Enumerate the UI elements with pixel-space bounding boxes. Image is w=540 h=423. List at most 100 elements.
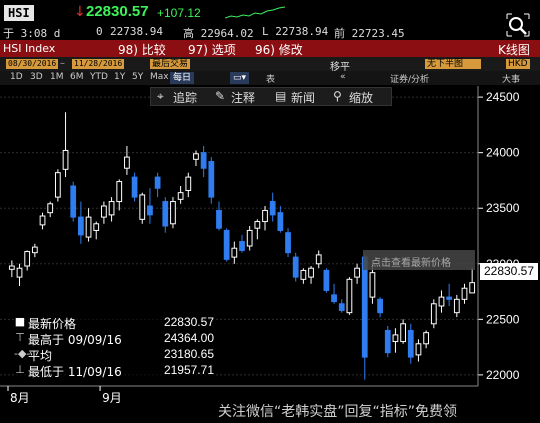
candle-body [446,296,453,300]
legend-item-high[interactable]: ⊤ 最高于 09/09/16 24364.00 [14,331,216,347]
period-1d[interactable]: 1D [10,72,23,82]
notes-button[interactable]: 证券/分析 [390,72,429,85]
candle-body [193,153,199,160]
legend-value: 23180.65 [163,347,214,361]
candle-body [223,229,230,260]
date-dash: – [60,58,65,69]
candle-body [292,256,299,278]
zoom-button[interactable]: 缩放 [349,89,373,106]
quote-header: HSI ↓ 22830.57 +107.12 [0,0,540,26]
candle-body [54,172,61,198]
pencil-icon[interactable]: ✎ [215,89,225,103]
legend-item-low[interactable]: ⊥ 最低于 11/09/16 21957.71 [14,363,216,379]
sparkline-icon [225,6,285,19]
current-price-label: 22830.57 [480,263,538,280]
events-button[interactable]: 大事 [502,72,520,85]
candle-body [200,152,207,169]
candle-body [131,176,138,198]
candle-body [70,185,77,218]
candle-body [346,278,353,314]
half-chart-select[interactable]: 无下半图 [425,59,481,69]
candle-body [101,205,107,218]
legend-label: 平均 [28,349,53,363]
interval-select[interactable]: 每日 [170,72,195,84]
candle-body [377,298,383,314]
chart-tools-bar: ⌖ 追踪 ✎ 注释 ▤ 新闻 ⚲ 缩放 [150,87,392,106]
candle-body [85,216,92,238]
candle-body [124,156,130,169]
candle-body [384,329,391,354]
candle-body [300,269,307,280]
candle-body [461,287,468,300]
candle-body [93,223,100,231]
legend-label: 最高于 09/09/16 [28,333,122,347]
chart-type-select[interactable]: ▭▾ [230,72,250,84]
candle-body [170,201,176,225]
quote-details: 于 3:08 d 0 22738.94 高 22964.02 L 22738.9… [0,25,540,40]
price-change: +107.12 [157,6,201,20]
actions-menu[interactable]: 96) 修改 [255,41,303,58]
square-icon: ■ [14,315,26,328]
high-marker-icon: ⊤ [15,331,25,344]
candle-body [430,303,437,325]
candle-body [308,267,314,278]
candle-body [438,296,445,307]
candle-body [423,332,430,345]
candle-body [315,254,322,265]
low-marker-icon: ⊥ [15,363,25,376]
news-icon[interactable]: ▤ [275,89,286,103]
candle-body [407,329,414,358]
candle-body [116,181,123,203]
date-to-field[interactable]: 11/28/2016 [72,59,125,69]
candle-body [361,256,368,358]
candle-body [8,265,15,270]
period-5y[interactable]: 5Y [132,72,143,82]
candle-body [323,269,330,291]
hint-text: 点击查看最新价格 [371,258,451,269]
candle-body [254,221,261,229]
period-ytd[interactable]: YTD [90,72,108,82]
y-tick-label: 23500 [486,201,520,215]
track-button[interactable]: 追踪 [173,89,197,106]
candle-body [331,294,337,303]
last-price: 22830.57 [86,3,149,20]
candle-body [415,343,422,356]
candle-body [31,246,38,254]
quote-open: 22738.94 [110,25,163,38]
candle-body [154,176,161,189]
table-toggle[interactable]: 表 [266,72,275,85]
annotate-button[interactable]: 注释 [231,89,255,106]
currency-select[interactable]: HKD [506,59,530,69]
y-tick-label: 24500 [486,90,520,104]
zoom-icon[interactable]: ⚲ [333,89,342,103]
chart-legend: ■ 最新价格 22830.57 ⊤ 最高于 09/09/16 24364.00 … [14,313,216,381]
news-button[interactable]: 新闻 [291,89,315,106]
candle-body [369,272,376,298]
candle-body [147,205,153,216]
candle-body [354,267,360,278]
track-icon[interactable]: ⌖ [157,89,164,104]
period-6m[interactable]: 6M [70,72,84,82]
down-arrow-icon: ↓ [74,4,86,20]
collapse-icon[interactable]: « [340,72,346,82]
compare-menu[interactable]: 98) 比较 [118,41,166,58]
period-3d[interactable]: 3D [30,72,43,82]
period-1m[interactable]: 1M [50,72,64,82]
legend-label: 最新价格 [28,317,77,331]
candle-body [277,212,284,231]
date-from-field[interactable]: 08/30/2016 [6,59,59,69]
candle-body [162,201,169,227]
legend-item-last[interactable]: ■ 最新价格 22830.57 [14,315,216,331]
candle-body [239,241,245,251]
candle-body [262,209,268,223]
legend-item-avg[interactable]: -◆- 平均 23180.65 [14,347,216,363]
index-label[interactable]: HSI Index [3,42,55,55]
period-1y[interactable]: 1Y [114,72,125,82]
period-max[interactable]: Max [150,72,169,82]
candle-body [177,192,184,200]
options-menu[interactable]: 97) 选项 [188,41,236,58]
kline-button[interactable]: K线图 [498,41,530,58]
ticker-label[interactable]: HSI [4,5,34,21]
last-trade-select[interactable]: 最后交易 [150,59,191,69]
quote-bid: 0 [96,25,103,38]
